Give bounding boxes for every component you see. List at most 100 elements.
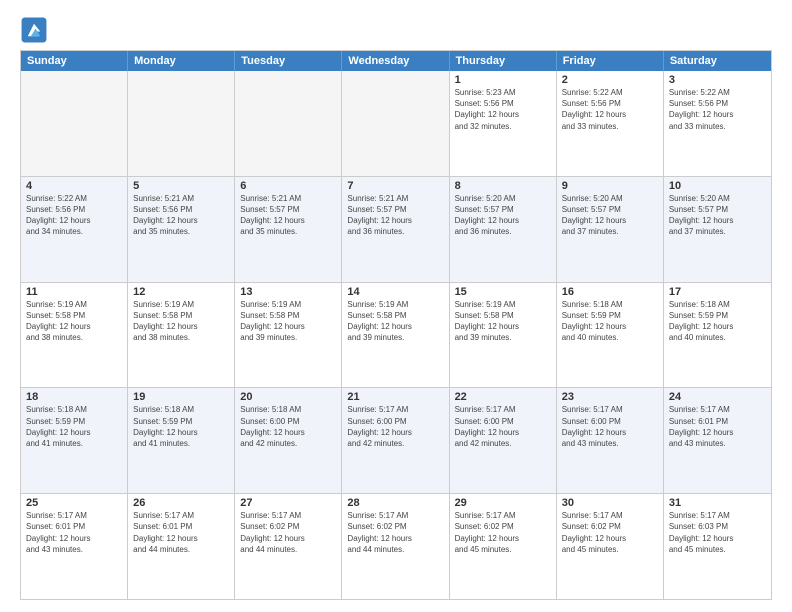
day-cell-11: 11Sunrise: 5:19 AM Sunset: 5:58 PM Dayli… <box>21 283 128 388</box>
day-number: 1 <box>455 74 551 86</box>
day-cell-7: 7Sunrise: 5:21 AM Sunset: 5:57 PM Daylig… <box>342 177 449 282</box>
cell-info: Sunrise: 5:18 AM Sunset: 5:59 PM Dayligh… <box>26 404 122 449</box>
header-day-saturday: Saturday <box>664 51 771 71</box>
day-cell-8: 8Sunrise: 5:20 AM Sunset: 5:57 PM Daylig… <box>450 177 557 282</box>
calendar-row-3: 18Sunrise: 5:18 AM Sunset: 5:59 PM Dayli… <box>21 387 771 493</box>
day-number: 15 <box>455 286 551 298</box>
header-day-friday: Friday <box>557 51 664 71</box>
day-number: 28 <box>347 497 443 509</box>
day-number: 27 <box>240 497 336 509</box>
day-cell-1: 1Sunrise: 5:23 AM Sunset: 5:56 PM Daylig… <box>450 71 557 176</box>
day-number: 20 <box>240 391 336 403</box>
cell-info: Sunrise: 5:20 AM Sunset: 5:57 PM Dayligh… <box>455 193 551 238</box>
day-number: 4 <box>26 180 122 192</box>
cell-info: Sunrise: 5:17 AM Sunset: 6:00 PM Dayligh… <box>562 404 658 449</box>
day-cell-17: 17Sunrise: 5:18 AM Sunset: 5:59 PM Dayli… <box>664 283 771 388</box>
day-cell-14: 14Sunrise: 5:19 AM Sunset: 5:58 PM Dayli… <box>342 283 449 388</box>
day-cell-24: 24Sunrise: 5:17 AM Sunset: 6:01 PM Dayli… <box>664 388 771 493</box>
calendar-header: SundayMondayTuesdayWednesdayThursdayFrid… <box>21 51 771 71</box>
cell-info: Sunrise: 5:20 AM Sunset: 5:57 PM Dayligh… <box>562 193 658 238</box>
day-number: 16 <box>562 286 658 298</box>
day-cell-29: 29Sunrise: 5:17 AM Sunset: 6:02 PM Dayli… <box>450 494 557 599</box>
calendar-row-1: 4Sunrise: 5:22 AM Sunset: 5:56 PM Daylig… <box>21 176 771 282</box>
cell-info: Sunrise: 5:18 AM Sunset: 5:59 PM Dayligh… <box>669 299 766 344</box>
day-number: 24 <box>669 391 766 403</box>
cell-info: Sunrise: 5:21 AM Sunset: 5:57 PM Dayligh… <box>347 193 443 238</box>
day-number: 17 <box>669 286 766 298</box>
day-cell-13: 13Sunrise: 5:19 AM Sunset: 5:58 PM Dayli… <box>235 283 342 388</box>
empty-cell <box>342 71 449 176</box>
cell-info: Sunrise: 5:17 AM Sunset: 6:01 PM Dayligh… <box>669 404 766 449</box>
day-number: 6 <box>240 180 336 192</box>
cell-info: Sunrise: 5:17 AM Sunset: 6:03 PM Dayligh… <box>669 510 766 555</box>
cell-info: Sunrise: 5:23 AM Sunset: 5:56 PM Dayligh… <box>455 87 551 132</box>
cell-info: Sunrise: 5:21 AM Sunset: 5:57 PM Dayligh… <box>240 193 336 238</box>
cell-info: Sunrise: 5:18 AM Sunset: 5:59 PM Dayligh… <box>562 299 658 344</box>
day-number: 9 <box>562 180 658 192</box>
cell-info: Sunrise: 5:19 AM Sunset: 5:58 PM Dayligh… <box>26 299 122 344</box>
day-cell-9: 9Sunrise: 5:20 AM Sunset: 5:57 PM Daylig… <box>557 177 664 282</box>
day-cell-23: 23Sunrise: 5:17 AM Sunset: 6:00 PM Dayli… <box>557 388 664 493</box>
day-cell-4: 4Sunrise: 5:22 AM Sunset: 5:56 PM Daylig… <box>21 177 128 282</box>
cell-info: Sunrise: 5:20 AM Sunset: 5:57 PM Dayligh… <box>669 193 766 238</box>
day-number: 10 <box>669 180 766 192</box>
day-cell-30: 30Sunrise: 5:17 AM Sunset: 6:02 PM Dayli… <box>557 494 664 599</box>
day-cell-31: 31Sunrise: 5:17 AM Sunset: 6:03 PM Dayli… <box>664 494 771 599</box>
day-cell-22: 22Sunrise: 5:17 AM Sunset: 6:00 PM Dayli… <box>450 388 557 493</box>
header <box>20 16 772 44</box>
cell-info: Sunrise: 5:17 AM Sunset: 6:02 PM Dayligh… <box>455 510 551 555</box>
day-number: 14 <box>347 286 443 298</box>
day-cell-6: 6Sunrise: 5:21 AM Sunset: 5:57 PM Daylig… <box>235 177 342 282</box>
day-number: 30 <box>562 497 658 509</box>
cell-info: Sunrise: 5:17 AM Sunset: 6:02 PM Dayligh… <box>562 510 658 555</box>
day-number: 22 <box>455 391 551 403</box>
day-cell-19: 19Sunrise: 5:18 AM Sunset: 5:59 PM Dayli… <box>128 388 235 493</box>
cell-info: Sunrise: 5:18 AM Sunset: 6:00 PM Dayligh… <box>240 404 336 449</box>
day-cell-12: 12Sunrise: 5:19 AM Sunset: 5:58 PM Dayli… <box>128 283 235 388</box>
day-cell-10: 10Sunrise: 5:20 AM Sunset: 5:57 PM Dayli… <box>664 177 771 282</box>
day-cell-3: 3Sunrise: 5:22 AM Sunset: 5:56 PM Daylig… <box>664 71 771 176</box>
cell-info: Sunrise: 5:22 AM Sunset: 5:56 PM Dayligh… <box>26 193 122 238</box>
cell-info: Sunrise: 5:22 AM Sunset: 5:56 PM Dayligh… <box>669 87 766 132</box>
calendar-row-4: 25Sunrise: 5:17 AM Sunset: 6:01 PM Dayli… <box>21 493 771 599</box>
calendar: SundayMondayTuesdayWednesdayThursdayFrid… <box>20 50 772 600</box>
day-cell-20: 20Sunrise: 5:18 AM Sunset: 6:00 PM Dayli… <box>235 388 342 493</box>
day-number: 7 <box>347 180 443 192</box>
day-number: 18 <box>26 391 122 403</box>
cell-info: Sunrise: 5:19 AM Sunset: 5:58 PM Dayligh… <box>455 299 551 344</box>
cell-info: Sunrise: 5:19 AM Sunset: 5:58 PM Dayligh… <box>240 299 336 344</box>
cell-info: Sunrise: 5:21 AM Sunset: 5:56 PM Dayligh… <box>133 193 229 238</box>
day-cell-26: 26Sunrise: 5:17 AM Sunset: 6:01 PM Dayli… <box>128 494 235 599</box>
day-number: 23 <box>562 391 658 403</box>
day-number: 31 <box>669 497 766 509</box>
day-number: 8 <box>455 180 551 192</box>
empty-cell <box>21 71 128 176</box>
cell-info: Sunrise: 5:17 AM Sunset: 6:00 PM Dayligh… <box>347 404 443 449</box>
header-day-thursday: Thursday <box>450 51 557 71</box>
cell-info: Sunrise: 5:17 AM Sunset: 6:02 PM Dayligh… <box>347 510 443 555</box>
header-day-tuesday: Tuesday <box>235 51 342 71</box>
logo <box>20 16 52 44</box>
cell-info: Sunrise: 5:22 AM Sunset: 5:56 PM Dayligh… <box>562 87 658 132</box>
day-number: 11 <box>26 286 122 298</box>
calendar-row-2: 11Sunrise: 5:19 AM Sunset: 5:58 PM Dayli… <box>21 282 771 388</box>
empty-cell <box>235 71 342 176</box>
logo-icon <box>20 16 48 44</box>
cell-info: Sunrise: 5:17 AM Sunset: 6:02 PM Dayligh… <box>240 510 336 555</box>
cell-info: Sunrise: 5:19 AM Sunset: 5:58 PM Dayligh… <box>133 299 229 344</box>
day-cell-5: 5Sunrise: 5:21 AM Sunset: 5:56 PM Daylig… <box>128 177 235 282</box>
day-number: 26 <box>133 497 229 509</box>
day-number: 5 <box>133 180 229 192</box>
calendar-body: 1Sunrise: 5:23 AM Sunset: 5:56 PM Daylig… <box>21 71 771 599</box>
day-cell-15: 15Sunrise: 5:19 AM Sunset: 5:58 PM Dayli… <box>450 283 557 388</box>
day-number: 19 <box>133 391 229 403</box>
day-number: 2 <box>562 74 658 86</box>
cell-info: Sunrise: 5:17 AM Sunset: 6:01 PM Dayligh… <box>133 510 229 555</box>
header-day-monday: Monday <box>128 51 235 71</box>
cell-info: Sunrise: 5:17 AM Sunset: 6:00 PM Dayligh… <box>455 404 551 449</box>
day-cell-21: 21Sunrise: 5:17 AM Sunset: 6:00 PM Dayli… <box>342 388 449 493</box>
day-cell-25: 25Sunrise: 5:17 AM Sunset: 6:01 PM Dayli… <box>21 494 128 599</box>
cell-info: Sunrise: 5:19 AM Sunset: 5:58 PM Dayligh… <box>347 299 443 344</box>
header-day-wednesday: Wednesday <box>342 51 449 71</box>
day-cell-18: 18Sunrise: 5:18 AM Sunset: 5:59 PM Dayli… <box>21 388 128 493</box>
